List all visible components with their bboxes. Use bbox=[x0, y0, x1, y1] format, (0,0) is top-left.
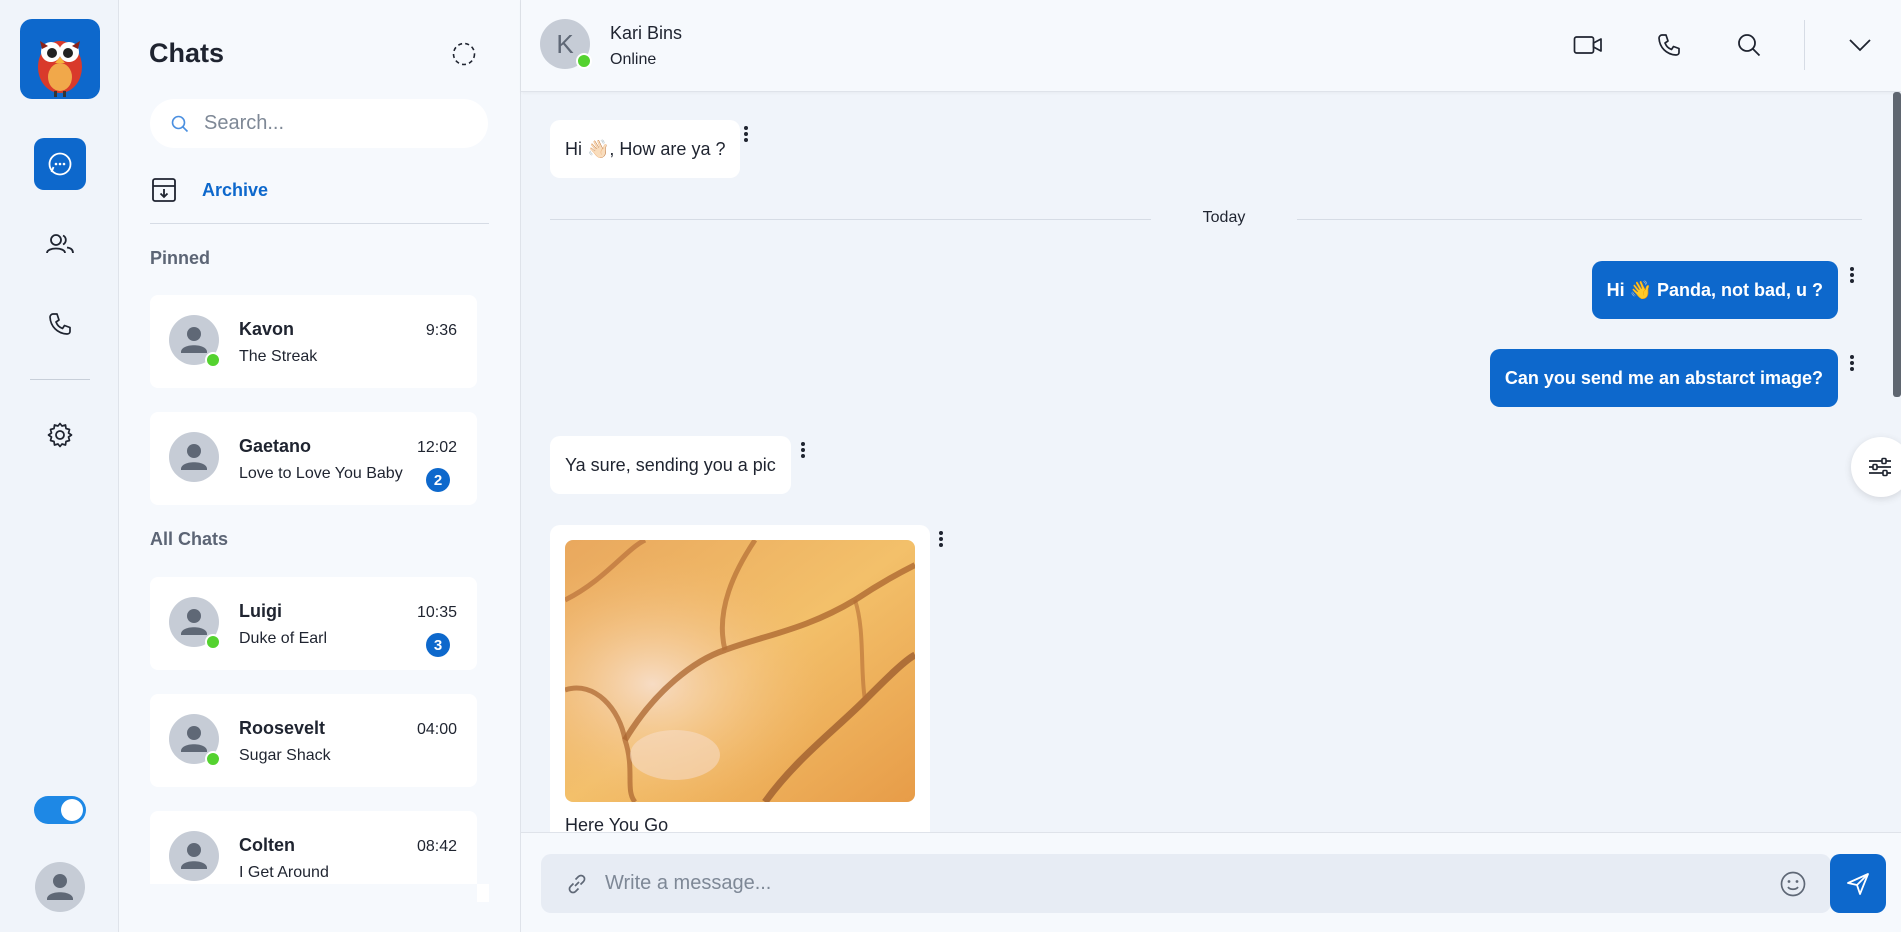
chat-item[interactable]: Luigi Duke of Earl 10:35 3 bbox=[150, 577, 477, 670]
chats-title: Chats bbox=[149, 38, 225, 68]
chat-preview: Sugar Shack bbox=[239, 747, 331, 764]
message-list: Hi 👋🏻, How are ya ? Today Hi 👋 Panda, no… bbox=[521, 92, 1901, 832]
message-menu-icon[interactable] bbox=[1846, 353, 1858, 373]
online-indicator bbox=[205, 751, 221, 767]
gear-icon bbox=[47, 422, 73, 448]
online-indicator bbox=[205, 352, 221, 368]
chevron-down-icon bbox=[1849, 39, 1871, 52]
chat-item[interactable]: Roosevelt Sugar Shack 04:00 bbox=[150, 694, 477, 787]
voice-call-button[interactable] bbox=[1652, 28, 1686, 62]
chat-item[interactable]: Gaetano Love to Love You Baby 12:02 2 bbox=[150, 412, 477, 505]
rail-divider bbox=[30, 379, 90, 380]
app-logo[interactable] bbox=[20, 19, 100, 99]
nav-settings-button[interactable] bbox=[34, 409, 86, 461]
phone-icon bbox=[49, 313, 71, 335]
chat-time: 9:36 bbox=[425, 322, 457, 339]
chat-list-panel: Chats Archive Pinned Kavon The Streak 9:… bbox=[119, 0, 521, 932]
message-menu-icon[interactable] bbox=[935, 529, 947, 549]
emoji-smile-icon bbox=[1780, 871, 1806, 897]
chat-preview: Love to Love You Baby bbox=[239, 465, 403, 482]
chat-preview: The Streak bbox=[239, 348, 318, 365]
message-menu-icon[interactable] bbox=[797, 440, 809, 460]
message-bubble[interactable]: Hi 👋 Panda, not bad, u ? bbox=[1591, 261, 1838, 319]
archive-icon bbox=[152, 178, 176, 202]
contact-name[interactable]: Kari Bins bbox=[610, 23, 682, 44]
phone-icon bbox=[1658, 34, 1680, 56]
user-avatar-icon bbox=[181, 843, 207, 869]
message-bubble[interactable]: Ya sure, sending you a pic bbox=[550, 436, 791, 494]
contact-info-toggle[interactable] bbox=[1843, 28, 1877, 62]
theme-toggle[interactable] bbox=[34, 796, 86, 824]
chat-name: Gaetano bbox=[239, 436, 312, 456]
conversation-search-button[interactable] bbox=[1732, 28, 1766, 62]
chat-preview: Duke of Earl bbox=[239, 630, 328, 647]
compose-box[interactable] bbox=[541, 854, 1831, 913]
message-bubble[interactable]: Hi 👋🏻, How are ya ? bbox=[550, 120, 741, 178]
online-indicator bbox=[576, 53, 592, 69]
message-scrollbar[interactable] bbox=[1893, 92, 1901, 397]
video-call-button[interactable] bbox=[1571, 28, 1605, 62]
list-divider bbox=[150, 223, 489, 224]
unread-badge: 3 bbox=[426, 633, 450, 657]
chat-time: 08:42 bbox=[416, 838, 457, 855]
online-indicator bbox=[205, 634, 221, 650]
video-camera-icon bbox=[1573, 36, 1602, 54]
abstract-image[interactable] bbox=[565, 540, 915, 802]
search-icon bbox=[1738, 34, 1761, 57]
avatar bbox=[169, 432, 219, 482]
nav-rail bbox=[0, 0, 119, 932]
archive-label: Archive bbox=[202, 179, 269, 200]
users-icon bbox=[46, 234, 74, 254]
send-icon bbox=[1847, 872, 1869, 895]
conversation-panel: K Kari Bins Online Hi 👋🏻, How are ya ? T… bbox=[521, 0, 1901, 932]
emoji-button[interactable] bbox=[1779, 870, 1807, 903]
chat-time: 04:00 bbox=[416, 721, 457, 738]
archive-link[interactable]: Archive bbox=[150, 176, 268, 204]
user-avatar-icon bbox=[47, 874, 73, 900]
chat-name: Luigi bbox=[239, 601, 282, 621]
conversation-header: K Kari Bins Online bbox=[521, 0, 1901, 92]
status-circle-dashed-icon[interactable] bbox=[451, 41, 477, 67]
user-avatar-icon bbox=[181, 444, 207, 470]
chat-name: Roosevelt bbox=[239, 718, 326, 738]
nav-groups-button[interactable] bbox=[34, 218, 86, 270]
unread-badge: 2 bbox=[426, 468, 450, 492]
search-icon bbox=[171, 115, 189, 132]
message-input[interactable] bbox=[605, 872, 1755, 895]
attachment-link-icon[interactable] bbox=[565, 872, 589, 896]
header-separator bbox=[1804, 20, 1805, 70]
pinned-section-label: Pinned bbox=[150, 248, 211, 268]
chat-preview: I Get Around bbox=[239, 864, 329, 881]
image-message[interactable]: Here You Go bbox=[550, 525, 930, 832]
scroll-stub bbox=[477, 884, 489, 902]
abstract-image-graphic bbox=[565, 540, 915, 802]
profile-avatar[interactable] bbox=[35, 862, 85, 912]
image-caption: Here You Go bbox=[565, 815, 669, 832]
chat-icon bbox=[48, 152, 72, 176]
nav-calls-button[interactable] bbox=[34, 298, 86, 350]
owl-logo-icon bbox=[38, 41, 82, 97]
avatar bbox=[169, 831, 219, 881]
chat-name: Colten bbox=[239, 835, 295, 855]
message-menu-icon[interactable] bbox=[740, 124, 752, 144]
contact-status: Online bbox=[610, 51, 657, 68]
message-menu-icon[interactable] bbox=[1846, 265, 1858, 285]
day-label: Today bbox=[1151, 209, 1297, 227]
sliders-icon bbox=[1869, 457, 1891, 477]
chat-time: 10:35 bbox=[416, 604, 457, 621]
message-bubble[interactable]: Can you send me an abstarct image? bbox=[1489, 349, 1838, 407]
chat-time: 12:02 bbox=[416, 439, 457, 456]
chat-name: Kavon bbox=[239, 319, 295, 339]
all-chats-section-label: All Chats bbox=[150, 529, 229, 549]
toggle-knob bbox=[61, 799, 83, 821]
send-button[interactable] bbox=[1830, 854, 1886, 913]
chat-item[interactable]: Colten I Get Around 08:42 bbox=[150, 811, 477, 884]
nav-chats-button[interactable] bbox=[34, 138, 86, 190]
message-composer bbox=[521, 832, 1901, 932]
chat-item[interactable]: Kavon The Streak 9:36 bbox=[150, 295, 477, 388]
search-box[interactable] bbox=[150, 99, 488, 148]
search-input[interactable] bbox=[204, 112, 464, 135]
